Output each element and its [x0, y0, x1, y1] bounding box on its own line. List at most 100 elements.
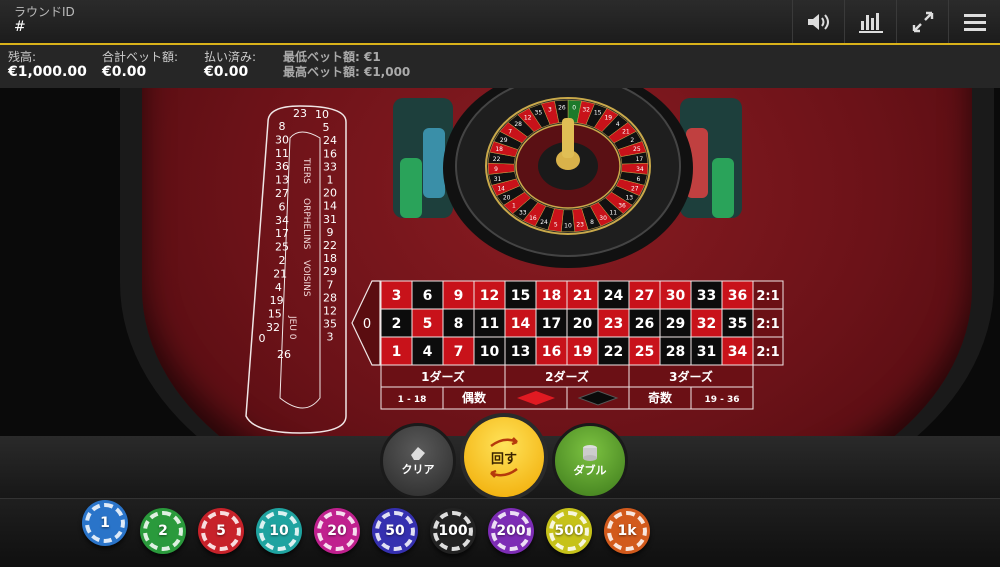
column-bet-label: 2:1: [756, 317, 779, 332]
chip-50[interactable]: 50: [372, 508, 418, 554]
racetrack-number[interactable]: 13: [275, 174, 289, 187]
wheel-number: 6: [636, 176, 640, 183]
chip-label: 500: [554, 523, 584, 539]
racetrack-number[interactable]: 27: [275, 187, 289, 200]
number-label: 31: [697, 344, 716, 360]
wheel-number: 4: [616, 121, 620, 128]
wheel-number: 19: [604, 115, 612, 122]
racetrack-number[interactable]: 22: [323, 239, 337, 252]
racetrack-number[interactable]: 3: [327, 331, 334, 344]
racetrack-number[interactable]: 19: [270, 294, 284, 307]
racetrack-number[interactable]: 12: [323, 305, 337, 318]
column-bets[interactable]: 2:1 2:1 2:1: [752, 280, 784, 366]
chip-5[interactable]: 5: [198, 508, 244, 554]
racetrack-number[interactable]: 8: [279, 120, 286, 133]
bet-limits: 最低ベット額: €1 最高ベット額: €1,000: [283, 50, 410, 80]
fullscreen-button[interactable]: [896, 0, 948, 43]
outside-bets[interactable]: 1 - 18 偶数 奇数 19 - 36: [380, 386, 754, 410]
racetrack-number[interactable]: 24: [323, 134, 337, 147]
total-bet-value: €0.00: [102, 64, 147, 80]
min-bet: 最低ベット額: €1: [283, 50, 381, 64]
chip-label: 5: [216, 523, 226, 539]
racetrack-number[interactable]: 18: [323, 252, 337, 265]
chip-500[interactable]: 500: [546, 508, 592, 554]
stats-icon: [858, 12, 883, 33]
wheel-number: 11: [609, 209, 617, 216]
racetrack-number[interactable]: 21: [273, 267, 287, 280]
dozen-bet-label: 1ダーズ: [421, 369, 465, 384]
racetrack-number[interactable]: 29: [323, 265, 337, 278]
racetrack-number[interactable]: 9: [327, 226, 334, 239]
double-label: ダブル: [573, 464, 607, 477]
racetrack[interactable]: 8301136132763417252214191532 10524163312…: [245, 105, 347, 434]
chip-100[interactable]: 100: [430, 508, 476, 554]
wheel-number: 0: [572, 105, 576, 112]
racetrack-number[interactable]: 20: [323, 187, 337, 200]
racetrack-zero: 0: [259, 332, 266, 345]
racetrack-number[interactable]: 1: [327, 174, 334, 187]
chip-1k[interactable]: 1k: [604, 508, 650, 554]
racetrack-number[interactable]: 33: [323, 160, 337, 173]
betting-board[interactable]: 0 3 6 9 12 15 18 21 24 27 30 33 362 5 8 11 14 17 20 23 26 29…: [351, 280, 784, 410]
number-label: 5: [423, 316, 433, 332]
racetrack-number[interactable]: 35: [323, 318, 337, 331]
outside-bet-label: 奇数: [648, 390, 673, 405]
number-grid[interactable]: 3 6 9 12 15 18 21 24 27 30 33 362 5 8 11 14 17 20 23 26 29 32…: [380, 280, 754, 366]
racetrack-number[interactable]: 28: [323, 291, 337, 304]
number-label: 29: [666, 316, 685, 332]
sound-button[interactable]: [792, 0, 844, 43]
chip-10[interactable]: 10: [256, 508, 302, 554]
menu-button[interactable]: [948, 0, 1000, 43]
outside-bet-label: 偶数: [462, 390, 487, 405]
spin-button[interactable]: 回す: [460, 413, 548, 501]
racetrack-number[interactable]: 31: [323, 213, 337, 226]
racetrack-number[interactable]: 15: [268, 308, 282, 321]
total-bet-label: 合計ベット額:: [102, 50, 179, 64]
total-bet: 合計ベット額: €0.00: [102, 50, 178, 80]
wheel-number: 1: [512, 202, 516, 209]
number-label: 16: [542, 344, 561, 360]
racetrack-number[interactable]: 36: [275, 160, 289, 173]
number-label: 20: [573, 316, 593, 332]
number-label: 19: [573, 344, 592, 360]
racetrack-number[interactable]: 2: [279, 254, 286, 267]
dozen-bets[interactable]: 1ダーズ 2ダーズ 3ダーズ: [380, 364, 754, 388]
racetrack-number[interactable]: 6: [279, 200, 286, 213]
racetrack-number[interactable]: 14: [323, 200, 337, 213]
balance-value: €1,000.00: [8, 64, 87, 80]
section-tiers: TIERS: [301, 157, 311, 184]
racetrack-number[interactable]: 17: [275, 227, 289, 240]
racetrack-top-number: 23: [293, 107, 307, 120]
racetrack-number[interactable]: 34: [275, 214, 289, 227]
racetrack-number[interactable]: 16: [323, 147, 337, 160]
number-label: 12: [480, 288, 499, 304]
chip-2[interactable]: 2: [140, 508, 186, 554]
statistics-button[interactable]: [844, 0, 896, 43]
number-label: 32: [697, 316, 716, 332]
racetrack-number[interactable]: 10: [315, 108, 329, 121]
double-button[interactable]: ダブル: [552, 423, 628, 499]
wheel-number: 17: [636, 156, 644, 163]
wheel-number: 3: [548, 106, 552, 113]
racetrack-number[interactable]: 4: [275, 281, 282, 294]
number-label: 2: [392, 316, 402, 332]
number-label: 33: [697, 288, 716, 304]
clear-button[interactable]: クリア: [380, 423, 456, 499]
number-label: 6: [423, 288, 433, 304]
racetrack-number[interactable]: 7: [327, 278, 334, 291]
racetrack-number[interactable]: 25: [275, 241, 289, 254]
wheel-number: 10: [564, 223, 572, 230]
number-label: 25: [635, 344, 654, 360]
racetrack-number[interactable]: 30: [275, 133, 289, 146]
racetrack-number[interactable]: 5: [323, 121, 330, 134]
paid-label: 払い済み:: [204, 50, 257, 64]
chip-20[interactable]: 20: [314, 508, 360, 554]
chip-200[interactable]: 200: [488, 508, 534, 554]
chip-1[interactable]: 1: [82, 500, 128, 546]
racetrack-number[interactable]: 32: [266, 321, 280, 334]
chip-label: 20: [327, 523, 347, 539]
racetrack-number[interactable]: 11: [275, 147, 289, 160]
number-label: 11: [480, 316, 499, 332]
balance-label: 残高:: [8, 50, 37, 64]
wheel-number: 15: [594, 110, 602, 117]
